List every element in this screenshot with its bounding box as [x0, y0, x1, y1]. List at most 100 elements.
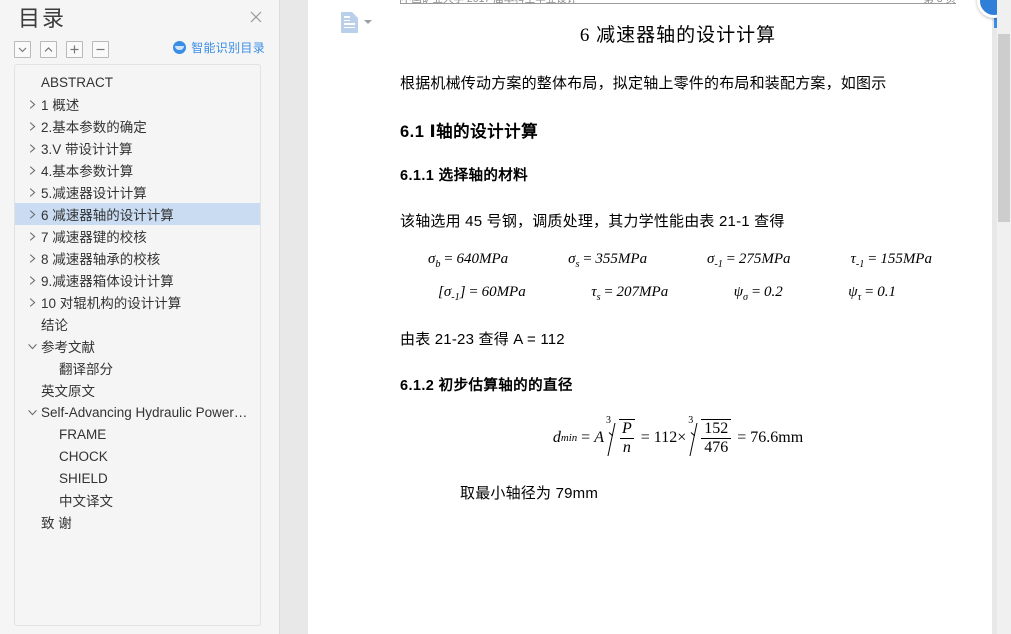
chevron-right-icon[interactable] [23, 275, 41, 286]
doc-paragraph-1: 根据机械传动方案的整体布局，拟定轴上零件的布局和装配方案，如图示 [400, 75, 887, 92]
formula-eq-2: = [640, 428, 650, 446]
increase-level-button[interactable] [66, 40, 83, 58]
formula-eq-1: = [581, 428, 591, 446]
toc-item-label: 翻译部分 [59, 362, 113, 377]
app-window: 目录 智能识别目录 ABSTRACT 1 概述 2.基本参数的确定 3.V 带设… [0, 0, 1011, 634]
collapse-all-button[interactable] [14, 40, 31, 58]
header-right-text: 第 3 页 [923, 0, 956, 3]
formula-root-index-1: 3 [605, 414, 611, 426]
toc-item[interactable]: 结论 [15, 313, 260, 335]
toc-item[interactable]: Self-Advancing Hydraulic Powered … [15, 401, 260, 423]
formula-root-index-2: 3 [688, 414, 694, 426]
toc-item[interactable]: 3.V 带设计计算 [15, 137, 260, 159]
toc-item-label: FRAME [59, 426, 107, 442]
toc-item[interactable]: 翻译部分 [15, 357, 260, 379]
formula-item-row2-2: ψσ = 0.2 [733, 284, 783, 303]
toc-item-label: 8 减速器轴承的校核 [41, 252, 161, 267]
chevron-right-icon[interactable] [23, 99, 41, 110]
chevron-right-icon[interactable] [23, 231, 41, 242]
chevron-right-icon[interactable] [23, 209, 41, 220]
toc-item[interactable]: 9.减速器箱体设计计算 [15, 269, 260, 291]
header-left-text: 中国矿业大学 2017 届本科生毕业设计 [400, 0, 577, 3]
chevron-right-icon[interactable] [23, 253, 41, 264]
toc-item-label: 9.减速器箱体设计计算 [41, 274, 174, 289]
formula-item-row1-1: σs = 355MPa [568, 251, 648, 270]
toc-item[interactable]: SHIELD [15, 467, 260, 489]
toc-item[interactable]: 7 减速器键的校核 [15, 225, 260, 247]
chevron-down-icon[interactable] [364, 20, 372, 24]
toc-item[interactable]: 致 谢 [15, 511, 260, 533]
toc-list[interactable]: ABSTRACT 1 概述 2.基本参数的确定 3.V 带设计计算 4.基本参数计算 5.… [14, 64, 261, 626]
toc-sidebar: 目录 智能识别目录 ABSTRACT 1 概述 2.基本参数的确定 3.V 带设… [0, 0, 280, 634]
formula-factor-112: 112× [653, 428, 687, 446]
toc-item-label: 致 谢 [41, 516, 72, 531]
document-viewport[interactable]: 中国矿业大学 2017 届本科生毕业设计 第 3 页 6 减速器轴的设计计算 根… [280, 0, 1011, 634]
formula-result-value: 76.6mm [750, 428, 804, 446]
vertical-scrollbar[interactable] [997, 0, 1011, 634]
page-running-header: 中国矿业大学 2017 届本科生毕业设计 第 3 页 [400, 0, 956, 4]
smart-toc-label: 智能识别目录 [191, 41, 265, 55]
toc-item-label: 3.V 带设计计算 [41, 142, 133, 157]
formula-minimum-diameter: d min = A 3 P n = 112× 3 152 476 = 76.6m… [400, 414, 956, 458]
toc-item-label: 10 对辊机构的设计计算 [41, 296, 182, 311]
page-title: 目录 [18, 6, 67, 31]
toc-item[interactable]: 10 对辊机构的设计计算 [15, 291, 260, 313]
toc-item[interactable]: CHOCK [15, 445, 260, 467]
formula-item-row2-3: ψτ = 0.1 [848, 284, 896, 303]
sidebar-toolbar: 智能识别目录 [0, 36, 279, 62]
toc-item[interactable]: 1 概述 [15, 93, 260, 115]
toc-item-label: CHOCK [59, 448, 108, 464]
doc-paragraph-4: 取最小轴径为 79mm [460, 485, 599, 503]
toc-item[interactable]: 4.基本参数计算 [15, 159, 260, 181]
toc-item[interactable]: 参考文献 [15, 335, 260, 357]
doc-paragraph-3: 由表 21-23 查得 A = 112 [400, 331, 565, 348]
chevron-down-icon[interactable] [23, 342, 41, 351]
doc-heading-1: 6 减速器轴的设计计算 [579, 25, 777, 46]
close-icon[interactable] [247, 8, 265, 26]
toc-item[interactable]: 5.减速器设计计算 [15, 181, 260, 203]
toc-item-label: 参考文献 [41, 340, 95, 355]
chevron-right-icon[interactable] [23, 187, 41, 198]
chevron-right-icon[interactable] [23, 165, 41, 176]
doc-paragraph-2: 该轴选用 45 号钢，调质处理，其力学性能由表 21-1 查得 [400, 212, 785, 230]
doc-heading-6-1-2: 6.1.2 初步估算轴的的直径 [400, 377, 573, 394]
toc-item-label: 6 减速器轴的设计计算 [41, 208, 174, 223]
formula-cube-root-1: 3 P n [605, 414, 635, 458]
vertical-scrollbar-thumb[interactable] [998, 34, 1010, 222]
toc-item-label: ABSTRACT [41, 74, 114, 90]
chevron-right-icon[interactable] [23, 297, 41, 308]
formula-item-row1-0: σb = 640MPa [428, 251, 509, 270]
toc-item[interactable]: 2.基本参数的确定 [15, 115, 260, 137]
toc-item-label: 1 概述 [41, 98, 80, 113]
expand-all-button[interactable] [40, 40, 57, 58]
formula-item-row2-1: τs = 207MPa [591, 284, 669, 303]
toc-item-label: 中文译文 [59, 494, 113, 509]
formula-numerator-152: 152 [704, 419, 729, 437]
formula-eq-3: = [737, 428, 747, 446]
toc-item-label: 4.基本参数计算 [41, 164, 134, 179]
toc-item[interactable]: 8 减速器轴承的校核 [15, 247, 260, 269]
toc-item-label: 7 减速器键的校核 [41, 230, 147, 245]
chevron-right-icon[interactable] [23, 143, 41, 154]
toc-item-label: SHIELD [59, 470, 108, 486]
paste-options-icon[interactable] [341, 12, 372, 33]
toc-item[interactable]: 英文原文 [15, 379, 260, 401]
chevron-right-icon[interactable] [23, 121, 41, 132]
formula-item-row1-3: τ-1 = 155MPa [850, 251, 932, 270]
toc-item[interactable]: FRAME [15, 423, 260, 445]
paste-glyph-icon [341, 12, 358, 33]
smart-toc-button[interactable]: 智能识别目录 [173, 39, 265, 56]
toc-item-label: 结论 [41, 318, 68, 333]
toc-item[interactable]: 中文译文 [15, 489, 260, 511]
toc-item[interactable]: 6 减速器轴的设计计算 [15, 203, 260, 225]
doc-heading-6-1-1: 6.1.1 选择轴的材料 [400, 167, 529, 184]
decrease-level-button[interactable] [92, 40, 109, 58]
formula-denominator-476: 476 [701, 437, 732, 457]
chevron-down-icon[interactable] [23, 408, 41, 417]
toc-item[interactable]: ABSTRACT [15, 71, 260, 93]
formula-numerator-P: P [621, 419, 632, 437]
smart-toc-icon [173, 41, 187, 54]
sidebar-header: 目录 [0, 0, 279, 36]
doc-heading-6-1: 6.1 Ⅰ轴的设计计算 [400, 122, 539, 141]
formula-item-row2-0: [σ-1] = 60MPa [438, 284, 526, 303]
